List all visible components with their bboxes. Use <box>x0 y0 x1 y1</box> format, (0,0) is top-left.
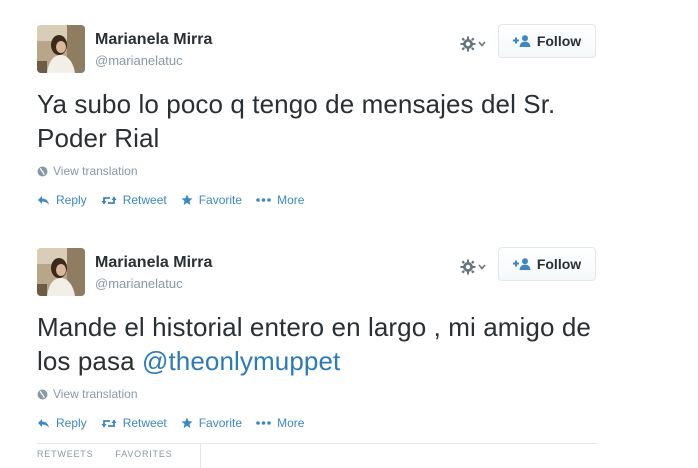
reply-icon <box>38 418 49 428</box>
gear-icon <box>460 36 476 52</box>
favorite-label: Favorite <box>198 416 243 430</box>
favorite-action[interactable]: Favorite <box>181 416 242 430</box>
chevron-down-icon <box>478 41 486 47</box>
user-handle[interactable]: @marianelatuc <box>95 276 183 291</box>
more-dots-icon <box>256 421 271 425</box>
favorite-label: Favorite <box>198 193 243 207</box>
retweet-icon <box>101 419 117 427</box>
user-actions-dropdown[interactable] <box>460 34 494 54</box>
tweet-actions: Reply Retweet Favorite More <box>37 416 318 430</box>
reply-action[interactable]: Reply <box>37 416 87 430</box>
view-translation-label: View translation <box>53 164 138 178</box>
more-label: More <box>277 416 305 430</box>
view-translation-link[interactable]: View translation <box>37 387 138 401</box>
user-handle[interactable]: @marianelatuc <box>95 53 183 68</box>
tweet-text: Mande el historial entero en largo , mi … <box>37 310 617 378</box>
add-user-icon <box>512 35 531 47</box>
reply-action[interactable]: Reply <box>37 193 87 207</box>
tweet-stats: RETWEETS FAVORITES <box>37 449 172 459</box>
follow-button[interactable]: Follow <box>498 247 596 281</box>
gear-icon <box>460 259 476 275</box>
star-icon <box>181 194 193 205</box>
globe-icon <box>37 166 48 176</box>
retweet-action[interactable]: Retweet <box>101 416 167 430</box>
more-action[interactable]: More <box>256 416 304 430</box>
retweets-stat-label[interactable]: RETWEETS <box>37 449 93 459</box>
favorites-stat-label[interactable]: FAVORITES <box>115 449 172 459</box>
add-user-icon <box>512 258 531 270</box>
chevron-down-icon <box>478 264 486 270</box>
retweet-action[interactable]: Retweet <box>101 193 167 207</box>
reply-icon <box>38 195 49 205</box>
follow-button-label: Follow <box>536 256 582 272</box>
tweet-actions: Reply Retweet Favorite More <box>37 193 318 207</box>
retweet-label: Retweet <box>122 416 167 430</box>
user-fullname[interactable]: Marianela Mirra <box>95 31 212 49</box>
retweet-icon <box>101 196 117 204</box>
reply-label: Reply <box>56 193 87 207</box>
user-actions-dropdown[interactable] <box>460 257 494 277</box>
stats-separator <box>200 444 201 468</box>
globe-icon <box>37 389 48 399</box>
tweet-text: Ya subo lo poco q tengo de mensajes del … <box>37 87 617 155</box>
avatar[interactable] <box>37 25 85 73</box>
more-label: More <box>277 193 305 207</box>
user-fullname[interactable]: Marianela Mirra <box>95 254 212 272</box>
mention-link[interactable]: @theonlymuppet <box>142 346 340 376</box>
stats-divider <box>37 443 597 444</box>
avatar[interactable] <box>37 248 85 296</box>
more-action[interactable]: More <box>256 193 304 207</box>
more-dots-icon <box>256 198 271 202</box>
view-translation-label: View translation <box>53 387 138 401</box>
follow-button[interactable]: Follow <box>498 24 596 58</box>
tweet-text-body: Ya subo lo poco q tengo de mensajes del … <box>37 89 556 153</box>
star-icon <box>181 417 193 428</box>
reply-label: Reply <box>56 416 87 430</box>
follow-button-label: Follow <box>536 33 582 49</box>
retweet-label: Retweet <box>122 193 167 207</box>
view-translation-link[interactable]: View translation <box>37 164 138 178</box>
favorite-action[interactable]: Favorite <box>181 193 242 207</box>
